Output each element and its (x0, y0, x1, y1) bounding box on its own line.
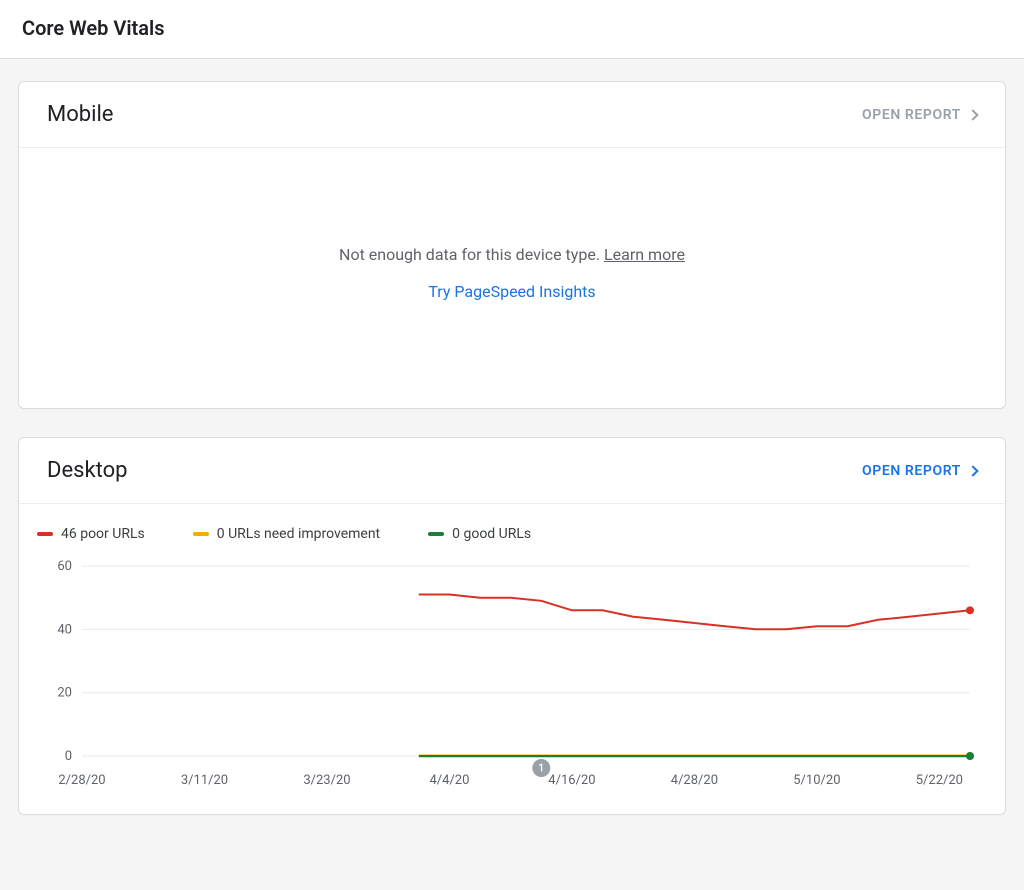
svg-text:60: 60 (57, 559, 72, 574)
chart-y-ticks: 0 20 40 60 (57, 559, 72, 764)
mobile-empty-state: Not enough data for this device type. Le… (19, 148, 1005, 408)
svg-text:1: 1 (538, 762, 544, 775)
svg-text:0: 0 (65, 749, 72, 764)
page-title: Core Web Vitals (22, 16, 1002, 40)
legend-poor: 46 poor URLs (37, 526, 145, 542)
legend-poor-label: 46 poor URLs (61, 526, 145, 542)
desktop-card: Desktop OPEN REPORT 46 poor URLs 0 URLs … (18, 437, 1006, 815)
try-pagespeed-link[interactable]: Try PageSpeed Insights (428, 282, 595, 301)
svg-text:2/28/20: 2/28/20 (58, 773, 105, 788)
mobile-card-header: Mobile OPEN REPORT (19, 82, 1005, 148)
mobile-no-data-message: Not enough data for this device type. Le… (339, 245, 685, 264)
chevron-right-icon (967, 465, 978, 476)
svg-text:5/10/20: 5/10/20 (793, 773, 840, 788)
svg-text:4/28/20: 4/28/20 (671, 773, 718, 788)
legend-swatch-need (193, 532, 209, 536)
chart-series (419, 595, 974, 761)
desktop-chart: 0 20 40 60 1 2/28/20 3/11/20 3/23/20 4/4/20 4/1… (19, 552, 1005, 814)
legend-need-label: 0 URLs need improvement (217, 526, 380, 542)
legend-good: 0 good URLs (428, 526, 531, 542)
legend-need: 0 URLs need improvement (193, 526, 380, 542)
chevron-right-icon (967, 109, 978, 120)
svg-text:5/22/20: 5/22/20 (916, 773, 963, 788)
chart-x-ticks: 2/28/20 3/11/20 3/23/20 4/4/20 4/16/20 4/28/2… (58, 773, 963, 788)
legend-swatch-good (428, 532, 444, 536)
mobile-no-data-text: Not enough data for this device type. (339, 245, 604, 264)
open-report-label: OPEN REPORT (862, 463, 961, 479)
chart-svg: 0 20 40 60 1 2/28/20 3/11/20 3/23/20 4/4/20 4/1… (37, 556, 987, 796)
open-report-label: OPEN REPORT (862, 107, 961, 123)
learn-more-link[interactable]: Learn more (604, 245, 685, 264)
svg-text:20: 20 (57, 686, 72, 701)
svg-text:3/11/20: 3/11/20 (181, 773, 228, 788)
topbar: Core Web Vitals (0, 0, 1024, 59)
desktop-card-header: Desktop OPEN REPORT (19, 438, 1005, 504)
legend-swatch-poor (37, 532, 53, 536)
chart-legend: 46 poor URLs 0 URLs need improvement 0 g… (19, 504, 1005, 552)
legend-good-label: 0 good URLs (452, 526, 531, 542)
svg-text:4/4/20: 4/4/20 (429, 773, 469, 788)
chart-gridlines (82, 566, 970, 756)
desktop-card-title: Desktop (47, 458, 128, 483)
svg-text:40: 40 (57, 622, 72, 637)
desktop-open-report-button[interactable]: OPEN REPORT (862, 463, 977, 479)
mobile-card-title: Mobile (47, 102, 113, 127)
svg-text:3/23/20: 3/23/20 (303, 773, 350, 788)
mobile-card: Mobile OPEN REPORT Not enough data for t… (18, 81, 1006, 409)
content-area: Mobile OPEN REPORT Not enough data for t… (0, 59, 1024, 865)
mobile-open-report-button[interactable]: OPEN REPORT (862, 107, 977, 123)
svg-text:4/16/20: 4/16/20 (548, 773, 595, 788)
